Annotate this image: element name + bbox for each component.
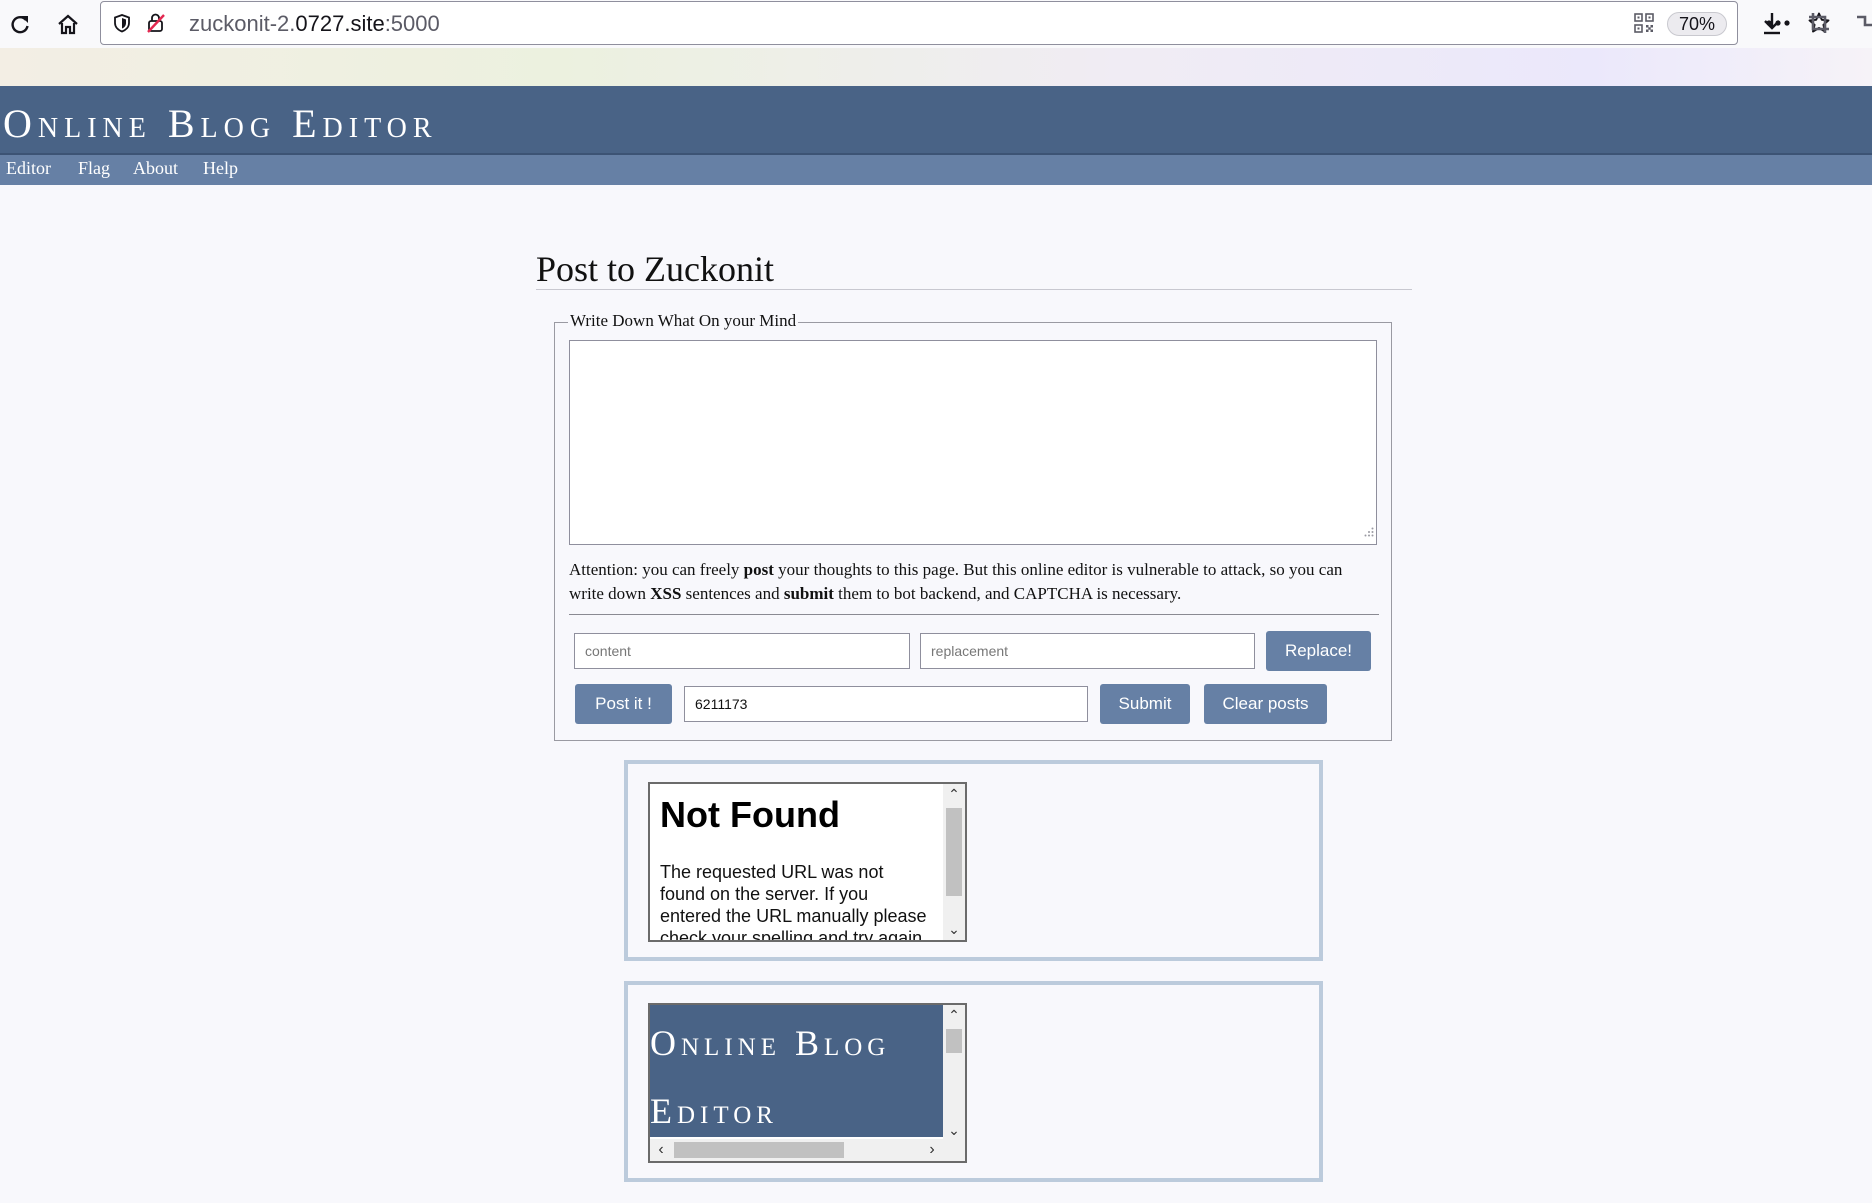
attention-text: Attention: you can freely post your thou…: [569, 560, 1343, 603]
not-found-message: The requested URL was not found on the s…: [660, 862, 928, 942]
embedded-site-header: Online Blog Editor: [650, 1005, 943, 1137]
browser-toolbar: zuckonit-2.0727.site:5000 70%: [0, 0, 1872, 48]
site-title: Online Blog Editor: [3, 101, 438, 146]
vertical-scrollbar[interactable]: ⌃ ⌄: [943, 1005, 965, 1141]
nav-link-help[interactable]: Help: [203, 158, 238, 179]
heading-divider: [536, 289, 1412, 290]
nav-link-about[interactable]: About: [133, 158, 178, 179]
content-input[interactable]: content: [574, 633, 910, 669]
post-iframe[interactable]: Not Found The requested URL was not foun…: [648, 782, 967, 942]
scroll-down-icon[interactable]: ⌄: [943, 1122, 965, 1139]
scroll-thumb[interactable]: [946, 1029, 962, 1053]
qr-code-icon[interactable]: [1627, 6, 1661, 40]
attention-divider: [569, 614, 1379, 615]
zoom-level[interactable]: 70%: [1667, 12, 1727, 36]
captcha-input[interactable]: 6211173: [684, 686, 1088, 722]
scroll-right-icon[interactable]: ›: [921, 1139, 943, 1161]
post-button[interactable]: Post it !: [575, 684, 672, 724]
clear-posts-button[interactable]: Clear posts: [1204, 684, 1327, 724]
not-found-title: Not Found: [660, 794, 840, 835]
post-textarea[interactable]: [569, 340, 1377, 545]
scroll-left-icon[interactable]: ‹: [650, 1139, 672, 1161]
page-title: Post to Zuckonit: [536, 249, 775, 289]
vertical-scrollbar[interactable]: ⌃ ⌄: [943, 784, 965, 940]
browser-chrome: zuckonit-2.0727.site:5000 70%: [0, 0, 1872, 86]
shield-icon[interactable]: [105, 6, 139, 40]
post-item: Not Found The requested URL was not foun…: [624, 760, 1323, 961]
url-text[interactable]: zuckonit-2.0727.site:5000: [189, 11, 440, 37]
scrollbar-corner: [943, 1139, 965, 1161]
site-nav: Editor Flag About Help: [0, 155, 1872, 185]
site-header: Online Blog Editor: [0, 86, 1872, 155]
scroll-thumb[interactable]: [674, 1142, 844, 1158]
embedded-site-title: Online Blog Editor: [650, 1023, 891, 1131]
reload-icon[interactable]: [2, 6, 38, 42]
insecure-lock-icon[interactable]: [139, 6, 173, 40]
screenshot-crop-icon[interactable]: [1802, 6, 1836, 40]
submit-button[interactable]: Submit: [1100, 684, 1190, 724]
home-icon[interactable]: [50, 6, 86, 42]
url-bar[interactable]: zuckonit-2.0727.site:5000 70%: [100, 1, 1830, 45]
resize-grip-icon[interactable]: [1364, 524, 1374, 542]
post-item: Online Blog Editor ⌃ ⌄ ‹ ›: [624, 981, 1323, 1182]
extension-icon[interactable]: [1848, 6, 1872, 40]
replace-button[interactable]: Replace!: [1266, 631, 1371, 671]
scroll-up-icon[interactable]: ⌃: [943, 1007, 965, 1024]
replacement-input[interactable]: replacement: [920, 633, 1255, 669]
nav-link-editor[interactable]: Editor: [6, 158, 51, 179]
scroll-down-icon[interactable]: ⌄: [943, 921, 965, 938]
horizontal-scrollbar[interactable]: ‹ ›: [650, 1139, 943, 1161]
scroll-thumb[interactable]: [946, 808, 962, 896]
scroll-up-icon[interactable]: ⌃: [943, 786, 965, 803]
download-icon[interactable]: [1755, 6, 1789, 40]
nav-link-flag[interactable]: Flag: [78, 158, 110, 179]
fieldset-legend: Write Down What On your Mind: [568, 311, 799, 331]
post-iframe[interactable]: Online Blog Editor ⌃ ⌄ ‹ ›: [648, 1003, 967, 1163]
